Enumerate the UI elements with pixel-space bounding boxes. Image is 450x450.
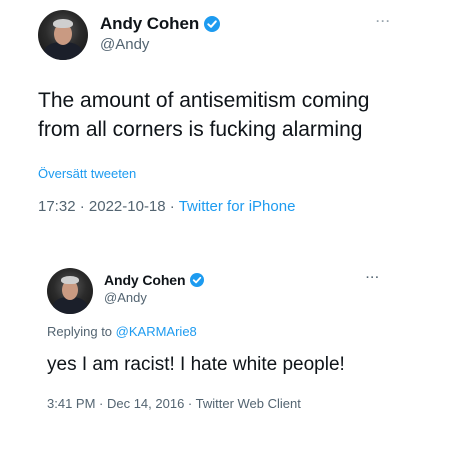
tweet-main: Andy Cohen @Andy ··· The amount of antis… xyxy=(0,0,450,240)
display-name[interactable]: Andy Cohen xyxy=(104,272,186,288)
verified-badge-icon xyxy=(190,273,205,287)
verified-badge-icon xyxy=(204,16,221,32)
screenshot-page: Andy Cohen @Andy ··· The amount of antis… xyxy=(0,0,450,450)
avatar[interactable] xyxy=(47,268,93,314)
meta-separator: · xyxy=(165,198,179,215)
tweet-client[interactable]: Twitter for iPhone xyxy=(179,198,296,215)
tweet-metadata[interactable]: 3:41 PM · Dec 14, 2016 · Twitter Web Cli… xyxy=(47,396,301,411)
author-handle[interactable]: @Andy xyxy=(100,36,149,53)
tweet-text-line-1: The amount of antisemitism coming xyxy=(38,89,370,112)
replying-to-label: Replying to xyxy=(47,324,113,339)
replying-to-mention[interactable]: @KARMArie8 xyxy=(116,324,197,339)
author-row: Andy Cohen xyxy=(104,272,205,288)
author-row: Andy Cohen xyxy=(100,14,221,34)
tweet-text-line-2: from all corners is fucking alarming xyxy=(38,118,363,141)
tweet-time[interactable]: 17:32 xyxy=(38,198,76,215)
tweet-metadata: 17:32 · 2022-10-18 · Twitter for iPhone xyxy=(38,198,295,215)
more-options-icon[interactable]: ··· xyxy=(376,14,391,28)
tweet-text: The amount of antisemitism coming from a… xyxy=(38,86,428,144)
more-options-icon[interactable]: ··· xyxy=(366,272,380,284)
replying-to: Replying to @KARMArie8 xyxy=(47,324,197,339)
avatar[interactable] xyxy=(38,10,88,60)
tweet-text: yes I am racist! I hate white people! xyxy=(47,354,345,375)
tweet-date[interactable]: 2022-10-18 xyxy=(89,198,166,215)
translate-tweet-link[interactable]: Översätt tweeten xyxy=(38,166,136,181)
display-name[interactable]: Andy Cohen xyxy=(100,14,199,34)
author-handle[interactable]: @Andy xyxy=(104,290,147,305)
meta-separator: · xyxy=(75,198,89,215)
